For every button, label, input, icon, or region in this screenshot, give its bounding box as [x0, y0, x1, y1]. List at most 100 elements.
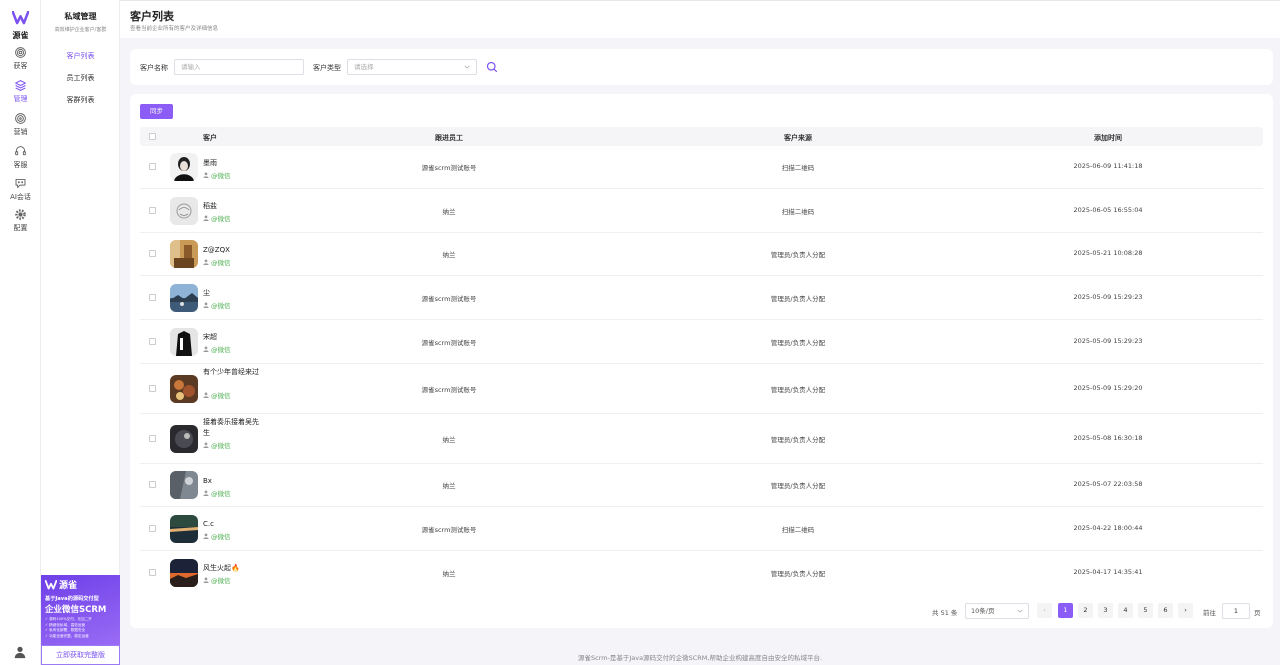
table-row[interactable]: C.c @微信 源雀scrm测试账号 扫描二维码 2025-04-22 18:0…	[140, 507, 1263, 551]
source-cell: 管理员/负责人分配	[770, 338, 826, 347]
goto-unit: 页	[1254, 609, 1261, 617]
promo-features: ✓ 源码100%交付，无加二开 ✓ 精细化私域，高效运营 ✓ 私有化部署，数据安…	[45, 617, 116, 639]
customer-name[interactable]: 有个少年曾经来过	[203, 367, 263, 378]
avatar	[170, 283, 198, 312]
sync-button[interactable]: 同步	[140, 104, 173, 119]
promo-card[interactable]: 源雀 基于Java的源码交付型 企业微信SCRM ✓ 源码100%交付，无加二开…	[41, 575, 120, 645]
promo-headline: 基于Java的源码交付型	[45, 596, 99, 602]
row-checkbox[interactable]	[149, 293, 156, 301]
table-row[interactable]: 墨雨 @微信 源雀scrm测试账号 扫描二维码 2025-06-09 11:41…	[140, 146, 1263, 189]
page-button-1[interactable]: 1	[1058, 603, 1073, 618]
wechat-tag: @微信	[203, 440, 231, 450]
rail-label: 配置	[13, 224, 28, 232]
avatar	[170, 374, 198, 403]
table-row[interactable]: 尘 @微信 源雀scrm测试账号 管理员/负责人分配 2025-05-09 15…	[140, 276, 1263, 320]
rail-item-marketing[interactable]: 营销	[0, 112, 41, 137]
search-icon[interactable]	[486, 61, 498, 73]
user-icon[interactable]	[13, 645, 27, 659]
rail-item-manage[interactable]: 管理	[0, 79, 41, 104]
row-checkbox[interactable]	[149, 337, 156, 345]
wechat-tag-label: @微信	[211, 302, 231, 310]
select-all-checkbox[interactable]	[149, 133, 156, 140]
time-cell: 2025-04-17 14:35:41	[1073, 568, 1143, 576]
table-row[interactable]: 风生火起🔥 @微信 纳兰 管理员/负责人分配 2025-04-17 14:35:…	[140, 551, 1263, 595]
table-row[interactable]: 有个少年曾经来过 @微信 源雀scrm测试账号 管理员/负责人分配 2025-0…	[140, 364, 1263, 414]
avatar	[170, 424, 198, 453]
customer-name-input[interactable]: 请输入	[174, 59, 304, 75]
table-row[interactable]: 宋超 @微信 源雀scrm测试账号 管理员/负责人分配 2025-05-09 1…	[140, 320, 1263, 364]
customer-name[interactable]: Z@ZQX	[203, 245, 263, 256]
page-button-3[interactable]: 3	[1098, 603, 1113, 618]
rail-item-acquire[interactable]: 获客	[0, 46, 41, 71]
row-checkbox[interactable]	[149, 569, 156, 576]
customer-name-label: 客户名称	[140, 64, 168, 72]
row-checkbox[interactable]	[149, 163, 156, 170]
table-row[interactable]: 接着奏乐接着吴先生 @微信 纳兰 管理员/负责人分配 2025-05-08 16…	[140, 414, 1263, 464]
submenu-item-customers[interactable]: 客户列表	[41, 51, 120, 61]
page-button-2[interactable]: 2	[1078, 603, 1093, 618]
customer-name[interactable]: 宋超	[203, 332, 263, 343]
avatar	[170, 153, 198, 181]
row-checkbox[interactable]	[149, 434, 156, 442]
person-icon	[203, 392, 209, 398]
target-icon	[15, 113, 26, 124]
row-checkbox[interactable]	[149, 206, 156, 214]
rail-item-ai-chat[interactable]: AI会话	[0, 177, 41, 202]
customer-name[interactable]: 尘	[203, 288, 263, 299]
staff-cell: 源雀scrm测试账号	[421, 164, 477, 172]
customer-name[interactable]: 墨雨	[203, 158, 263, 169]
page-title: 客户列表	[130, 10, 174, 23]
wechat-tag-label: @微信	[211, 172, 231, 180]
customer-name[interactable]: C.c	[203, 519, 263, 530]
customer-table-card: 同步 客户 跟进员工 客户来源 添加时间 墨雨 @微信 源雀scrm测试账号 扫…	[130, 94, 1273, 628]
row-checkbox[interactable]	[149, 384, 156, 392]
person-icon	[203, 259, 209, 265]
source-cell: 管理员/负责人分配	[770, 482, 826, 490]
page-button-6[interactable]: 6	[1158, 603, 1173, 618]
layers-icon	[15, 80, 26, 91]
table-row[interactable]: Bx @微信 纳兰 管理员/负责人分配 2025-05-07 22:03:58	[140, 464, 1263, 507]
source-cell: 扫描二维码	[781, 525, 815, 534]
customer-name[interactable]: 风生火起🔥	[203, 563, 263, 574]
promo-product: 企业微信SCRM	[45, 605, 107, 615]
row-checkbox[interactable]	[149, 481, 156, 488]
person-icon	[203, 172, 209, 178]
staff-cell: 纳兰	[442, 570, 456, 578]
brand-logo[interactable]: 源雀	[0, 10, 41, 41]
customer-name[interactable]: 接着奏乐接着吴先生	[203, 417, 263, 439]
submenu-item-groups[interactable]: 客群列表	[41, 95, 120, 105]
get-full-version-button[interactable]: 立即获取完整版	[41, 645, 120, 665]
row-checkbox[interactable]	[149, 524, 156, 532]
table-row[interactable]: Z@ZQX @微信 纳兰 管理员/负责人分配 2025-05-21 10:08:…	[140, 233, 1263, 276]
rail-item-service[interactable]: 客服	[0, 145, 41, 170]
next-page-button[interactable]: ›	[1178, 603, 1193, 618]
row-checkbox[interactable]	[149, 250, 156, 257]
source-cell: 管理员/负责人分配	[770, 251, 826, 259]
time-cell: 2025-06-05 16:55:04	[1073, 205, 1143, 214]
page-header: 客户列表 查看当前企业所有的客户及详细信息	[120, 0, 1280, 38]
gear-icon	[15, 209, 26, 220]
rail-label: 管理	[13, 95, 28, 103]
wechat-tag-label: @微信	[211, 215, 231, 223]
page-button-4[interactable]: 4	[1118, 603, 1133, 618]
customer-name[interactable]: Bx	[203, 476, 263, 487]
app-root: 源雀 获客 管理 营销 客服 AI会话 配置 私域管理 高效维护企业客户/客群 …	[0, 0, 1280, 665]
promo-logo-text: 源雀	[59, 581, 78, 591]
icon-rail: 源雀 获客 管理 营销 客服 AI会话 配置	[0, 0, 41, 665]
rail-item-settings[interactable]: 配置	[0, 208, 41, 233]
page-size-select[interactable]: 10条/页	[965, 603, 1029, 619]
table-header: 客户 跟进员工 客户来源 添加时间	[140, 127, 1263, 146]
source-cell: 扫描二维码	[781, 164, 815, 172]
customer-name[interactable]: 稻盐	[203, 201, 263, 212]
customer-type-select[interactable]: 请选择	[347, 59, 477, 75]
submenu-item-staff[interactable]: 员工列表	[41, 73, 120, 83]
staff-cell: 源雀scrm测试账号	[421, 525, 477, 534]
person-icon	[203, 302, 209, 308]
page-button-5[interactable]: 5	[1138, 603, 1153, 618]
submenu-panel: 私域管理 高效维护企业客户/客群 客户列表 员工列表 客群列表	[41, 0, 120, 665]
prev-page-button[interactable]: ‹	[1037, 603, 1052, 618]
rail-label: 客服	[13, 161, 28, 169]
column-staff: 跟进员工	[435, 134, 463, 142]
table-row[interactable]: 稻盐 @微信 纳兰 扫描二维码 2025-06-05 16:55:04	[140, 189, 1263, 233]
goto-page-input[interactable]: 1	[1222, 603, 1250, 619]
